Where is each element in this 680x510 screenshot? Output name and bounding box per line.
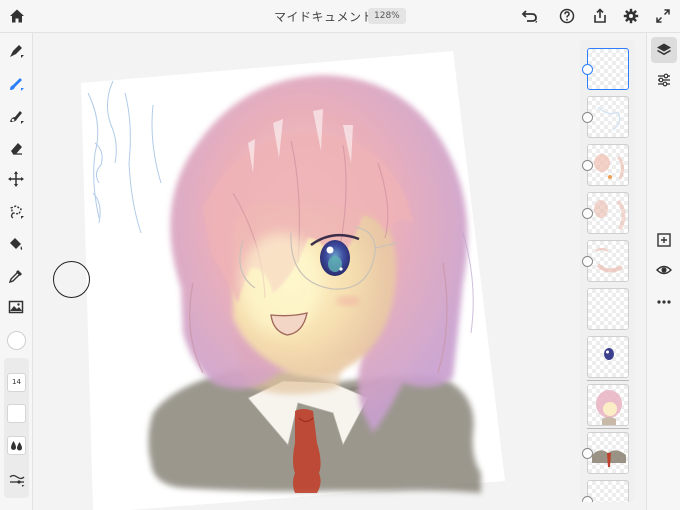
canvas-area[interactable] bbox=[33, 33, 645, 510]
settings-icon[interactable] bbox=[620, 5, 642, 27]
current-color-swatch[interactable] bbox=[7, 331, 26, 350]
add-layer-icon[interactable] bbox=[653, 229, 675, 251]
layer-link-badge[interactable] bbox=[582, 64, 593, 75]
more-icon[interactable] bbox=[653, 291, 675, 313]
layer-thumbnail[interactable] bbox=[587, 480, 629, 502]
layer-link-badge[interactable] bbox=[582, 496, 593, 502]
visibility-icon[interactable] bbox=[653, 259, 675, 281]
layer-thumbnail[interactable] bbox=[587, 384, 629, 426]
brush-flow-control[interactable] bbox=[7, 436, 26, 455]
image-icon[interactable] bbox=[5, 296, 27, 318]
live-brush-icon[interactable] bbox=[5, 73, 27, 95]
pixel-brush-icon[interactable] bbox=[5, 40, 27, 62]
layer-link-badge[interactable] bbox=[582, 160, 593, 171]
brush-settings-panel: 14 bbox=[4, 358, 29, 498]
eraser-icon[interactable] bbox=[5, 137, 27, 159]
right-rail bbox=[646, 33, 680, 510]
layers-panel bbox=[580, 40, 634, 502]
zoom-level[interactable]: 128% bbox=[368, 8, 406, 24]
home-icon[interactable] bbox=[6, 5, 28, 27]
layer-thumbnail[interactable] bbox=[587, 288, 629, 330]
undo-icon[interactable] bbox=[519, 5, 541, 27]
brush-size-cursor bbox=[53, 261, 90, 298]
layer-thumbnail[interactable] bbox=[587, 48, 629, 90]
layer-thumbnail[interactable] bbox=[587, 432, 629, 474]
layer-link-badge[interactable] bbox=[582, 448, 593, 459]
brush-options-icon[interactable] bbox=[7, 470, 26, 489]
properties-icon[interactable] bbox=[653, 69, 675, 91]
layer-thumbnail[interactable] bbox=[587, 144, 629, 186]
layers-icon[interactable] bbox=[651, 37, 677, 63]
help-icon[interactable] bbox=[556, 5, 578, 27]
layer-group-separator bbox=[587, 428, 629, 429]
tool-bar: 14 bbox=[0, 33, 33, 510]
vector-brush-icon[interactable] bbox=[5, 106, 27, 128]
document-title[interactable]: マイドキュメント bbox=[274, 8, 374, 25]
lasso-icon[interactable] bbox=[5, 201, 27, 223]
brush-size-value[interactable]: 14 bbox=[7, 373, 26, 392]
app-window: マイドキュメント 128% 14 bbox=[0, 0, 680, 510]
layer-link-badge[interactable] bbox=[582, 208, 593, 219]
fullscreen-icon[interactable] bbox=[652, 5, 674, 27]
layer-link-badge[interactable] bbox=[582, 112, 593, 123]
layer-thumbnail[interactable] bbox=[587, 336, 629, 378]
share-icon[interactable] bbox=[589, 5, 611, 27]
move-icon[interactable] bbox=[5, 168, 27, 190]
fill-icon[interactable] bbox=[5, 233, 27, 255]
water-drops-icon bbox=[11, 441, 22, 451]
layer-link-badge[interactable] bbox=[582, 256, 593, 267]
layer-thumbnail[interactable] bbox=[587, 192, 629, 234]
layer-group-separator bbox=[587, 380, 629, 381]
layer-thumbnail[interactable] bbox=[587, 96, 629, 138]
top-bar: マイドキュメント 128% bbox=[0, 0, 680, 33]
brush-opacity-control[interactable] bbox=[7, 404, 26, 423]
artwork-canvas[interactable] bbox=[33, 33, 645, 510]
eyedropper-icon[interactable] bbox=[5, 265, 27, 287]
layer-thumbnail[interactable] bbox=[587, 240, 629, 282]
